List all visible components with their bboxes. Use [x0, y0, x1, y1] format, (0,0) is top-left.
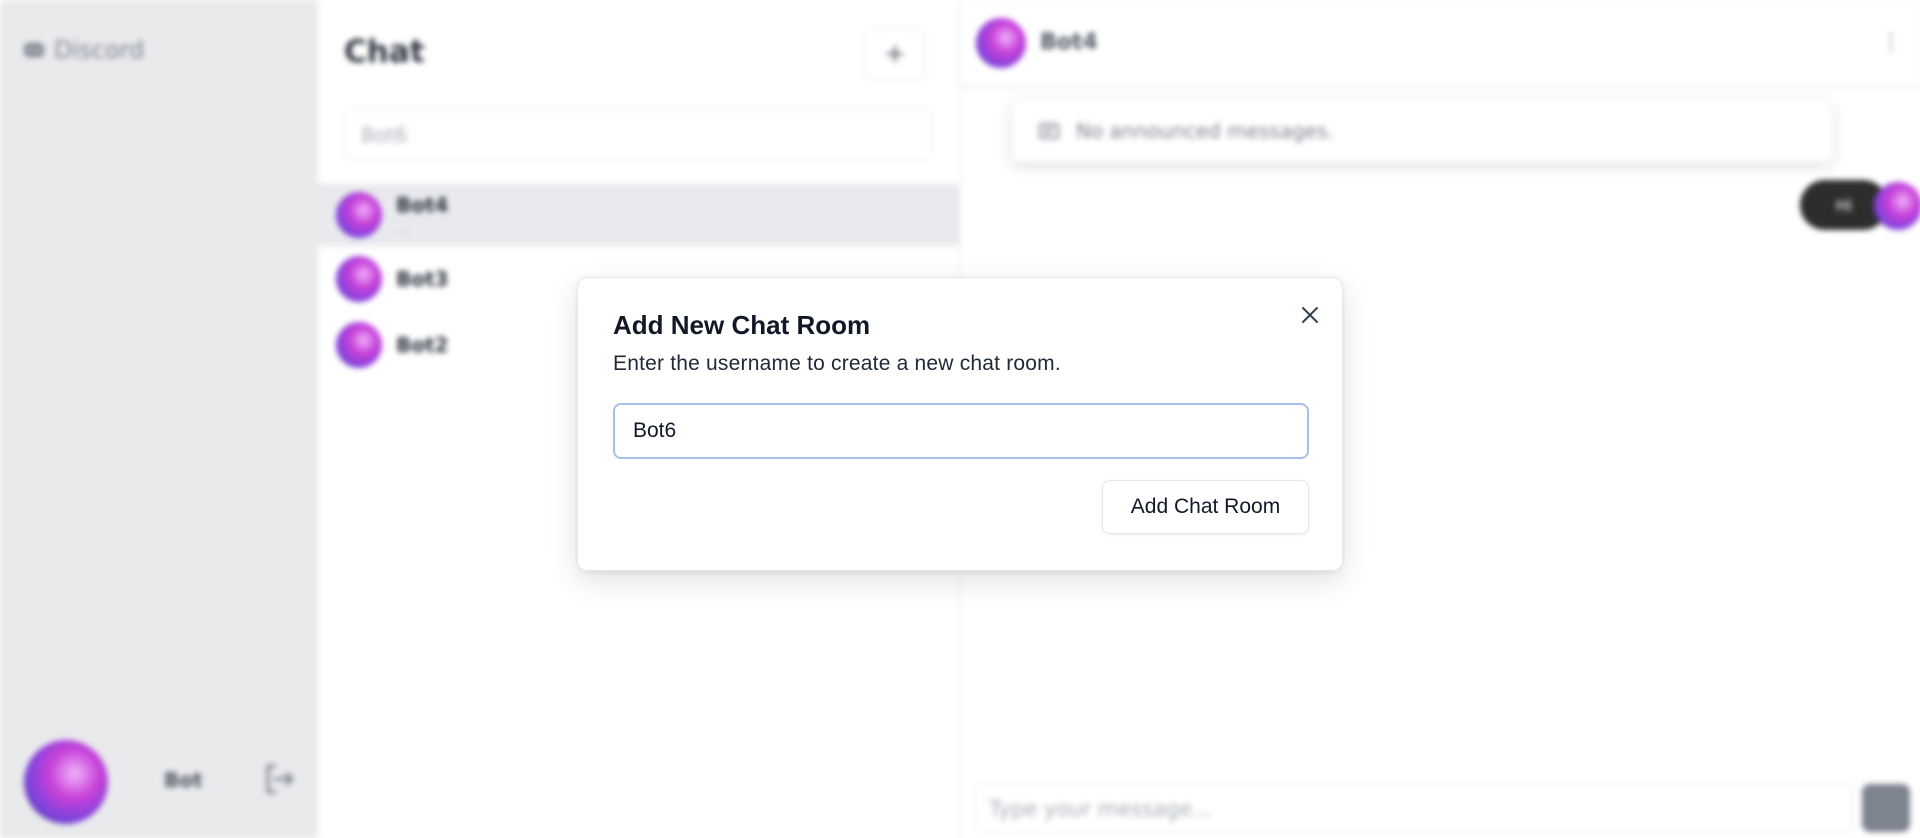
dialog-description: Enter the username to create a new chat … [613, 352, 1061, 375]
close-icon[interactable] [1295, 300, 1325, 330]
add-chat-room-button[interactable]: Add Chat Room [1102, 480, 1309, 534]
dialog-title: Add New Chat Room [613, 310, 871, 340]
username-input[interactable] [613, 403, 1309, 459]
add-chat-room-dialog: Add New Chat Room Enter the username to … [577, 277, 1343, 571]
